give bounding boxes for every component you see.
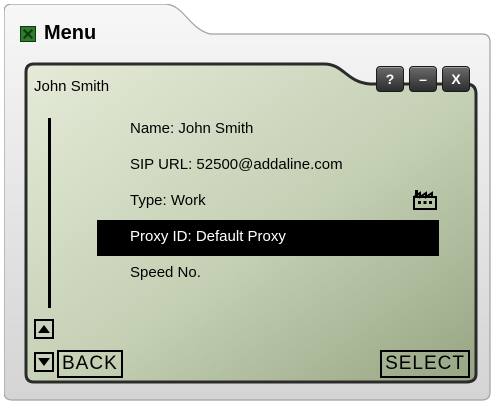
help-button[interactable]: ? [376, 66, 404, 92]
list-item-type[interactable]: Type: Work [97, 184, 439, 220]
arrow-up-icon [38, 325, 50, 333]
window-title-bar: Menu [20, 22, 96, 45]
select-softkey[interactable]: SELECT [380, 350, 470, 378]
list-item-label: Speed No. [130, 264, 201, 281]
list-item-label: Type: Work [130, 192, 206, 209]
list-item-name[interactable]: Name: John Smith [97, 112, 439, 148]
list-item-speed-no[interactable]: Speed No. [97, 256, 439, 292]
window-title: Menu [44, 22, 97, 44]
factory-icon [413, 190, 437, 210]
list-item-label: SIP URL: 52500@addaline.com [130, 156, 343, 173]
list-item-sip-url[interactable]: SIP URL: 52500@addaline.com [97, 148, 439, 184]
minimize-button[interactable]: – [409, 66, 437, 92]
list-item-label: Proxy ID: Default Proxy [130, 228, 286, 245]
lcd-screen: John Smith ? – X Name: John Smith SIP UR… [24, 62, 478, 384]
contact-header: John Smith [34, 78, 110, 95]
contact-detail-list: Name: John Smith SIP URL: 52500@addaline… [97, 112, 439, 292]
scroll-track[interactable] [48, 118, 51, 308]
scroll-up-button[interactable] [34, 319, 54, 339]
list-item-label: Name: John Smith [130, 120, 254, 137]
list-item-proxy-id[interactable]: Proxy ID: Default Proxy [97, 220, 439, 256]
back-softkey[interactable]: BACK [57, 350, 123, 378]
menu-app-icon [20, 25, 36, 42]
arrow-down-icon [38, 358, 50, 366]
close-button[interactable]: X [442, 66, 470, 92]
scroll-down-button[interactable] [34, 352, 54, 372]
window-controls: ? – X [376, 66, 470, 92]
